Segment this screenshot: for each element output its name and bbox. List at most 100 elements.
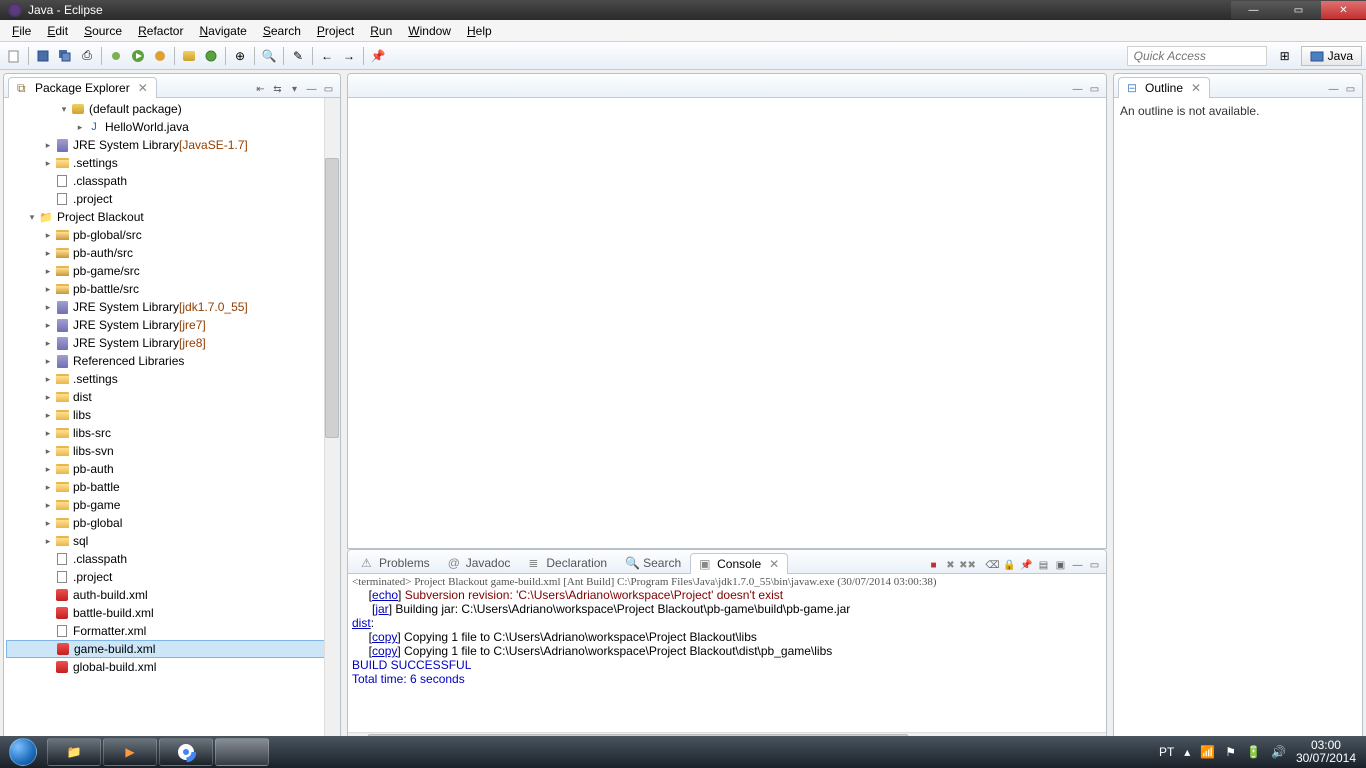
- minimize-button[interactable]: —: [1231, 1, 1276, 19]
- close-tab-icon[interactable]: ✕: [769, 557, 779, 571]
- tree-item[interactable]: .classpath: [6, 550, 338, 568]
- console-scroll-lock-button[interactable]: 🔒: [1002, 558, 1017, 573]
- tab-declaration[interactable]: ≣Declaration: [519, 552, 616, 574]
- twisty-icon[interactable]: ▸: [42, 428, 54, 439]
- nav-forward-button[interactable]: →: [339, 46, 359, 66]
- taskbar-chrome[interactable]: [159, 738, 213, 766]
- tree-item[interactable]: ▸sql: [6, 532, 338, 550]
- menu-file[interactable]: File: [4, 22, 39, 40]
- tree-item[interactable]: ▸pb-global/src: [6, 226, 338, 244]
- battery-icon[interactable]: 🔋: [1246, 745, 1261, 759]
- tree-item[interactable]: ▸dist: [6, 388, 338, 406]
- tree-item[interactable]: .classpath: [6, 172, 338, 190]
- menu-navigate[interactable]: Navigate: [191, 22, 254, 40]
- print-button[interactable]: ⎙: [77, 46, 97, 66]
- tree-item[interactable]: ▾(default package): [6, 100, 338, 118]
- twisty-icon[interactable]: ▾: [58, 104, 70, 115]
- twisty-icon[interactable]: ▸: [42, 320, 54, 331]
- open-type-button[interactable]: ⊕: [230, 46, 250, 66]
- open-perspective-button[interactable]: ⊞: [1275, 46, 1295, 66]
- language-indicator[interactable]: PT: [1159, 745, 1174, 759]
- tree-item[interactable]: ▸JRE System Library [JavaSE-1.7]: [6, 136, 338, 154]
- volume-icon[interactable]: 🔊: [1271, 745, 1286, 759]
- tree-item[interactable]: ▸JRE System Library [jdk1.7.0_55]: [6, 298, 338, 316]
- tree-item[interactable]: ▸pb-battle/src: [6, 280, 338, 298]
- twisty-icon[interactable]: ▸: [42, 230, 54, 241]
- twisty-icon[interactable]: ▸: [42, 356, 54, 367]
- twisty-icon[interactable]: ▸: [42, 410, 54, 421]
- twisty-icon[interactable]: ▸: [42, 482, 54, 493]
- run-button[interactable]: [128, 46, 148, 66]
- menu-window[interactable]: Window: [400, 22, 459, 40]
- console-clear-button[interactable]: ⌫: [985, 558, 1000, 573]
- console-remove-button[interactable]: ✖: [943, 558, 958, 573]
- twisty-icon[interactable]: ▸: [42, 140, 54, 151]
- maximize-outline-button[interactable]: ▭: [1343, 82, 1358, 97]
- console-pin-button[interactable]: 📌: [1019, 558, 1034, 573]
- package-explorer-tab[interactable]: ⧉ Package Explorer ✕: [8, 77, 157, 98]
- twisty-icon[interactable]: ▾: [26, 212, 38, 223]
- twisty-icon[interactable]: ▸: [42, 248, 54, 259]
- tab-search[interactable]: 🔍Search: [616, 552, 690, 574]
- tree-item[interactable]: ▸Referenced Libraries: [6, 352, 338, 370]
- tab-problems[interactable]: ⚠Problems: [352, 552, 439, 574]
- maximize-bottom-button[interactable]: ▭: [1087, 558, 1102, 573]
- tree-scrollbar[interactable]: [324, 98, 340, 742]
- minimize-editor-button[interactable]: —: [1070, 82, 1085, 97]
- tree-item[interactable]: game-build.xml: [6, 640, 338, 658]
- tree-item[interactable]: ▸pb-battle: [6, 478, 338, 496]
- twisty-icon[interactable]: ▸: [42, 392, 54, 403]
- pin-button[interactable]: 📌: [368, 46, 388, 66]
- twisty-icon[interactable]: ▸: [42, 338, 54, 349]
- tree-item[interactable]: ▸JRE System Library [jre8]: [6, 334, 338, 352]
- new-button[interactable]: [4, 46, 24, 66]
- tree-item[interactable]: ▸.settings: [6, 370, 338, 388]
- tree-item[interactable]: ▸JRE System Library [jre7]: [6, 316, 338, 334]
- tree-item[interactable]: ▸libs: [6, 406, 338, 424]
- tree-item[interactable]: ▸.settings: [6, 154, 338, 172]
- tree-item[interactable]: ▸pb-auth: [6, 460, 338, 478]
- console-open-button[interactable]: ▣: [1053, 558, 1068, 573]
- java-perspective-button[interactable]: Java: [1301, 46, 1362, 66]
- flag-icon[interactable]: ⚑: [1225, 745, 1236, 759]
- start-button[interactable]: [0, 736, 46, 768]
- tab-console[interactable]: ▣Console ✕: [690, 553, 788, 574]
- new-package-button[interactable]: [179, 46, 199, 66]
- tray-up-icon[interactable]: ▴: [1184, 745, 1190, 759]
- outline-tab[interactable]: ⊟ Outline ✕: [1118, 77, 1210, 98]
- close-outline-icon[interactable]: ✕: [1191, 81, 1201, 95]
- taskbar-explorer[interactable]: 📁: [47, 738, 101, 766]
- minimize-bottom-button[interactable]: —: [1070, 558, 1085, 573]
- tree-item[interactable]: ▸libs-svn: [6, 442, 338, 460]
- twisty-icon[interactable]: ▸: [42, 518, 54, 529]
- maximize-button[interactable]: ▭: [1276, 1, 1321, 19]
- toggle-mark-button[interactable]: ✎: [288, 46, 308, 66]
- taskbar-mediaplayer[interactable]: ▶: [103, 738, 157, 766]
- tree-item[interactable]: ▸pb-global: [6, 514, 338, 532]
- twisty-icon[interactable]: ▸: [42, 374, 54, 385]
- tree-item[interactable]: ▸pb-game/src: [6, 262, 338, 280]
- wifi-icon[interactable]: 📶: [1200, 745, 1215, 759]
- taskbar-eclipse[interactable]: [215, 738, 269, 766]
- tree-item[interactable]: .project: [6, 190, 338, 208]
- minimize-view-button[interactable]: —: [304, 82, 319, 97]
- twisty-icon[interactable]: ▸: [42, 302, 54, 313]
- menu-edit[interactable]: Edit: [39, 22, 76, 40]
- maximize-editor-button[interactable]: ▭: [1087, 82, 1102, 97]
- clock[interactable]: 03:00 30/07/2014: [1296, 739, 1356, 765]
- tree-item[interactable]: ▸pb-auth/src: [6, 244, 338, 262]
- tree-item[interactable]: battle-build.xml: [6, 604, 338, 622]
- console-terminate-button[interactable]: ■: [926, 558, 941, 573]
- twisty-icon[interactable]: ▸: [42, 266, 54, 277]
- save-button[interactable]: [33, 46, 53, 66]
- twisty-icon[interactable]: ▸: [42, 464, 54, 475]
- menu-run[interactable]: Run: [362, 22, 400, 40]
- twisty-icon[interactable]: ▸: [74, 122, 86, 133]
- collapse-all-button[interactable]: ⇤: [253, 82, 268, 97]
- tree-item[interactable]: auth-build.xml: [6, 586, 338, 604]
- tree-item[interactable]: .project: [6, 568, 338, 586]
- link-editor-button[interactable]: ⇆: [270, 82, 285, 97]
- new-class-button[interactable]: [201, 46, 221, 66]
- console-output[interactable]: <terminated> Project Blackout game-build…: [348, 574, 1106, 748]
- debug-button[interactable]: [106, 46, 126, 66]
